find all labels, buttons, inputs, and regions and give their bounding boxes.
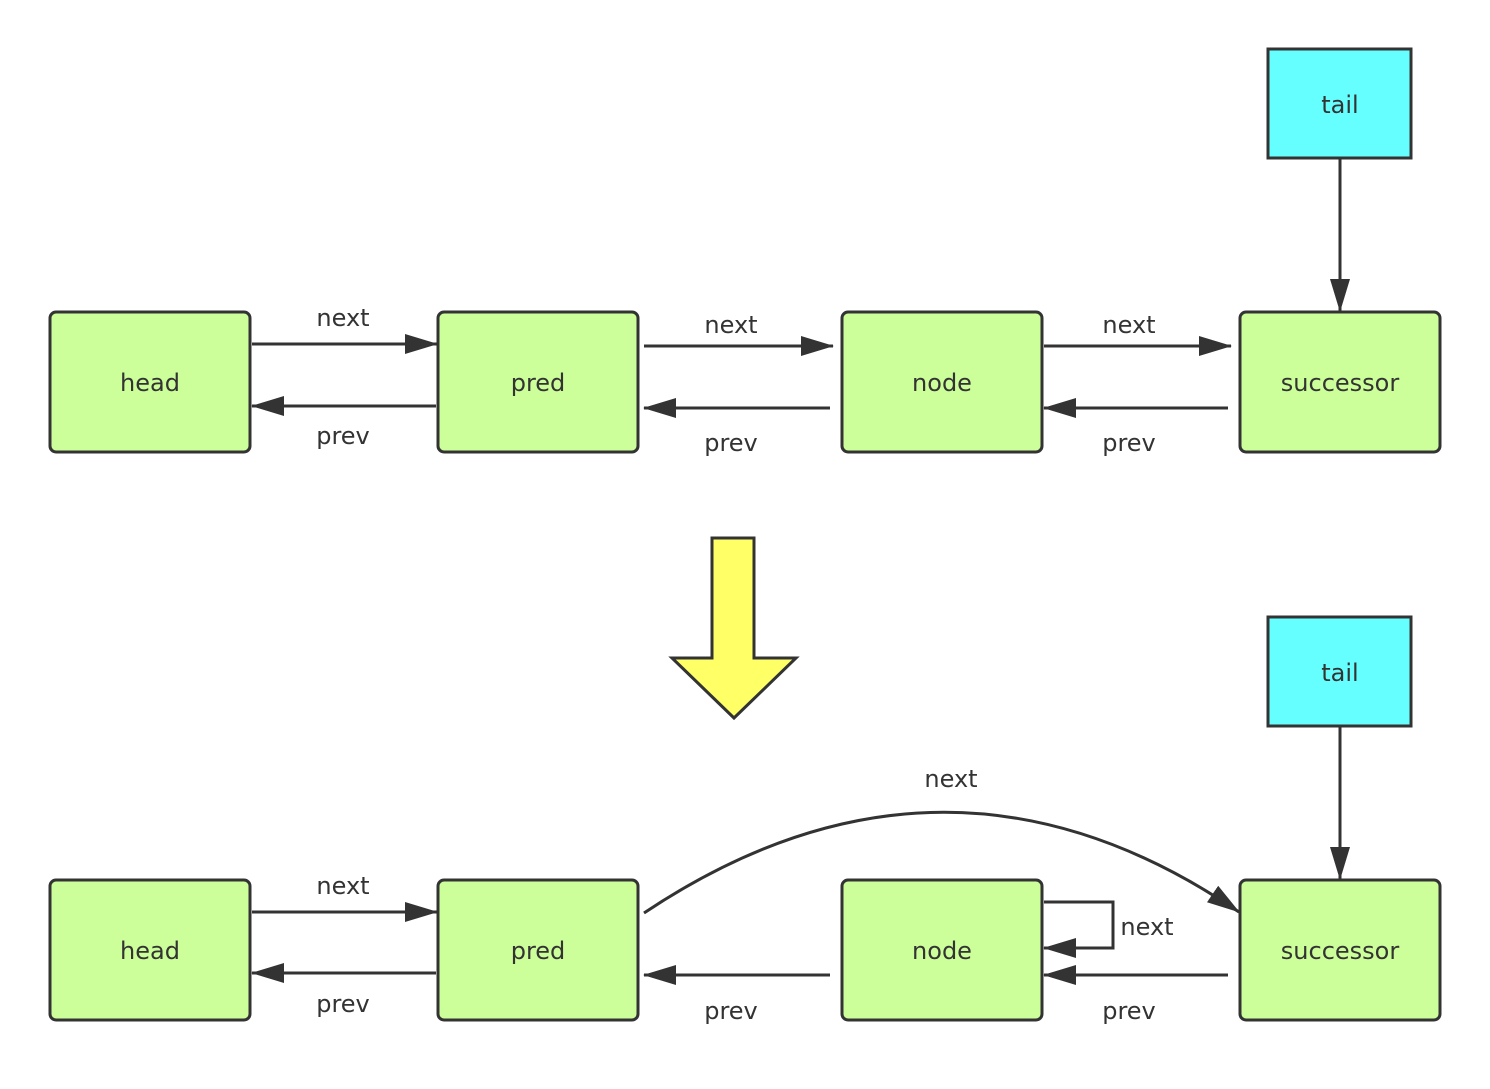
edge-label: next [704, 311, 757, 339]
edge-label: next [316, 872, 369, 900]
edge-label: prev [1102, 997, 1156, 1025]
before-state: tail head pred node successor next prev … [48, 47, 1442, 457]
pred-label: pred [511, 937, 566, 965]
successor-label: successor [1281, 369, 1400, 397]
successor-label: successor [1281, 937, 1400, 965]
edge-label: prev [316, 422, 370, 450]
tail-label: tail [1321, 91, 1358, 119]
node-label: node [912, 369, 972, 397]
head-label: head [120, 937, 180, 965]
node-self-next-arrow [1043, 900, 1115, 958]
edge-label: prev [704, 997, 758, 1025]
edge-label: prev [1102, 429, 1156, 457]
linked-list-removal-diagram: tail head pred node successor next prev … [48, 47, 1442, 1025]
pred-label: pred [511, 369, 566, 397]
edge-label: prev [316, 990, 370, 1018]
edge-label: next [1102, 311, 1155, 339]
edge-label: next [1120, 913, 1173, 941]
edge-label: prev [704, 429, 758, 457]
tail-label: tail [1321, 659, 1358, 687]
head-label: head [120, 369, 180, 397]
edge-label: next [924, 765, 977, 793]
edge-label: next [316, 304, 369, 332]
down-arrow-icon [668, 536, 800, 721]
node-label: node [912, 937, 972, 965]
